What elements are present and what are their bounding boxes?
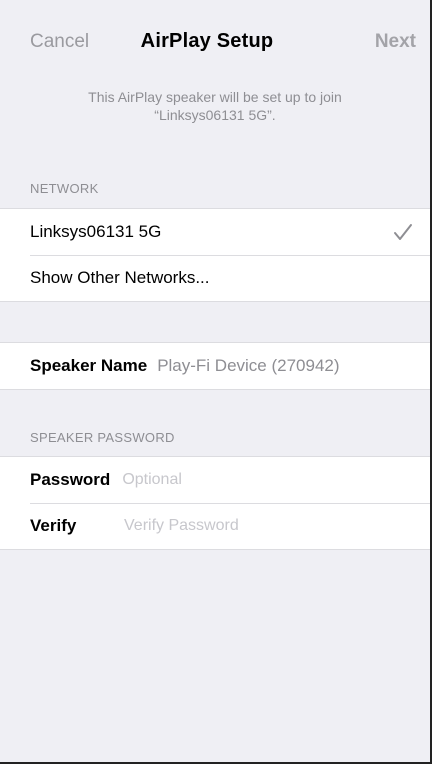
network-name: Linksys06131 5G [30,222,162,241]
network-group: Linksys06131 5G Show Other Networks... [0,208,430,302]
speaker-name-row[interactable]: Speaker Name Play-Fi Device (270942) [0,343,430,389]
network-row-selected[interactable]: Linksys06131 5G [0,209,430,255]
navigation-bar: Cancel AirPlay Setup Next [0,0,430,84]
network-section-header: NETWORK [30,181,99,196]
setup-description: This AirPlay speaker will be set up to j… [30,88,400,124]
setup-description-line-2: “Linksys06131 5G”. [154,107,276,123]
page-title: AirPlay Setup [140,30,274,52]
show-other-networks-label: Show Other Networks... [30,268,210,287]
verify-password-field[interactable] [124,517,324,535]
speaker-password-section-header: SPEAKER PASSWORD [30,430,175,445]
checkmark-icon [394,224,412,240]
password-label: Password [30,470,111,489]
password-group: Password Verify [0,456,430,550]
speaker-name-value[interactable]: Play-Fi Device (270942) [157,356,339,376]
verify-label: Verify [30,516,77,535]
password-field[interactable] [122,471,323,489]
setup-description-line-1: This AirPlay speaker will be set up to j… [88,89,342,105]
password-row[interactable]: Password [0,457,430,503]
verify-row[interactable]: Verify [0,503,430,549]
show-other-networks-row[interactable]: Show Other Networks... [0,255,430,301]
next-button[interactable]: Next [375,31,416,53]
airplay-setup-screen: Cancel AirPlay Setup Next This AirPlay s… [0,0,432,764]
speaker-group: Speaker Name Play-Fi Device (270942) [0,342,430,390]
speaker-name-label: Speaker Name [30,356,148,375]
